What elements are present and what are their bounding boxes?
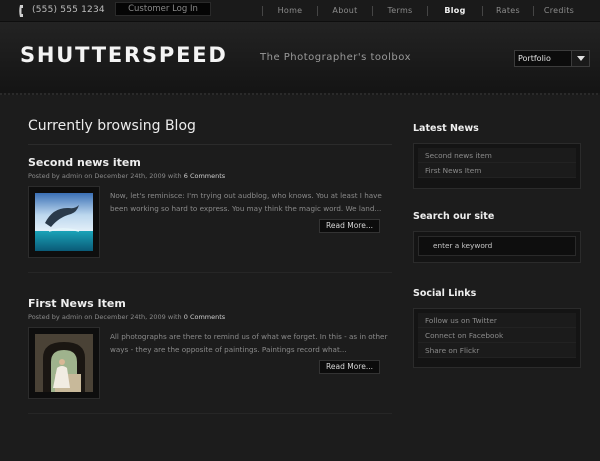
portfolio-dropdown[interactable]: Portfolio (514, 50, 590, 67)
bride-photo (35, 334, 93, 392)
search-heading: Search our site (413, 211, 495, 222)
post-meta-text: Posted by admin on December 24th, 2009 w… (28, 313, 182, 321)
post-thumbnail[interactable] (28, 327, 100, 399)
search-panel: enter a keyword (413, 231, 581, 263)
divider (28, 144, 392, 145)
latest-news-item[interactable]: Second news item (418, 148, 576, 163)
nav-about[interactable]: About (318, 0, 372, 22)
customer-login-button[interactable]: Customer Log In (115, 2, 211, 16)
social-link-twitter[interactable]: Follow us on Twitter (418, 313, 576, 328)
divider (28, 272, 392, 273)
main-content: Currently browsing Blog (28, 118, 392, 145)
phone-icon (19, 5, 23, 17)
social-links-panel: Follow us on Twitter Connect on Facebook… (413, 308, 581, 368)
comments-link[interactable]: 6 Comments (184, 172, 225, 180)
nav-credits[interactable]: Credits (534, 0, 584, 22)
search-input[interactable]: enter a keyword (418, 236, 576, 256)
site-logo[interactable]: SHUTTERSPEED (20, 43, 228, 67)
social-link-facebook[interactable]: Connect on Facebook (418, 328, 576, 343)
site-header: SHUTTERSPEED The Photographer's toolbox … (0, 22, 600, 95)
nav-blog[interactable]: Blog (428, 0, 482, 22)
post-meta: Posted by admin on December 24th, 2009 w… (28, 172, 392, 180)
nav-rates[interactable]: Rates (483, 0, 533, 22)
dropdown-value: Portfolio (518, 54, 551, 63)
latest-news-item[interactable]: First News Item (418, 163, 576, 178)
latest-news-heading: Latest News (413, 123, 479, 134)
social-links-heading: Social Links (413, 288, 477, 299)
chevron-down-icon[interactable] (571, 51, 589, 66)
dolphin-photo (35, 193, 93, 251)
main-nav: Home About Terms Blog Rates Credits (262, 0, 584, 22)
read-more-button[interactable]: Read More... (319, 360, 380, 374)
post-title[interactable]: Second news item (28, 156, 392, 169)
comments-link[interactable]: 0 Comments (184, 313, 225, 321)
blog-post: Second news item Posted by admin on Dece… (28, 156, 392, 271)
post-meta: Posted by admin on December 24th, 2009 w… (28, 313, 392, 321)
post-excerpt: All photographs are there to remind us o… (110, 332, 388, 354)
page-title: Currently browsing Blog (28, 118, 196, 134)
divider (28, 413, 392, 414)
phone-number: (555) 555 1234 (32, 5, 105, 15)
post-meta-text: Posted by admin on December 24th, 2009 w… (28, 172, 182, 180)
read-more-button[interactable]: Read More... (319, 219, 380, 233)
top-bar: (555) 555 1234 Customer Log In Home Abou… (0, 0, 600, 22)
nav-home[interactable]: Home (263, 0, 317, 22)
post-title[interactable]: First News Item (28, 297, 392, 310)
nav-terms[interactable]: Terms (373, 0, 427, 22)
post-thumbnail[interactable] (28, 186, 100, 258)
latest-news-panel: Second news item First News Item (413, 143, 581, 189)
post-excerpt: Now, let's reminisce: I'm trying out aud… (110, 191, 382, 213)
site-tagline: The Photographer's toolbox (260, 52, 411, 63)
blog-post: First News Item Posted by admin on Decem… (28, 297, 392, 412)
social-link-flickr[interactable]: Share on Flickr (418, 343, 576, 358)
